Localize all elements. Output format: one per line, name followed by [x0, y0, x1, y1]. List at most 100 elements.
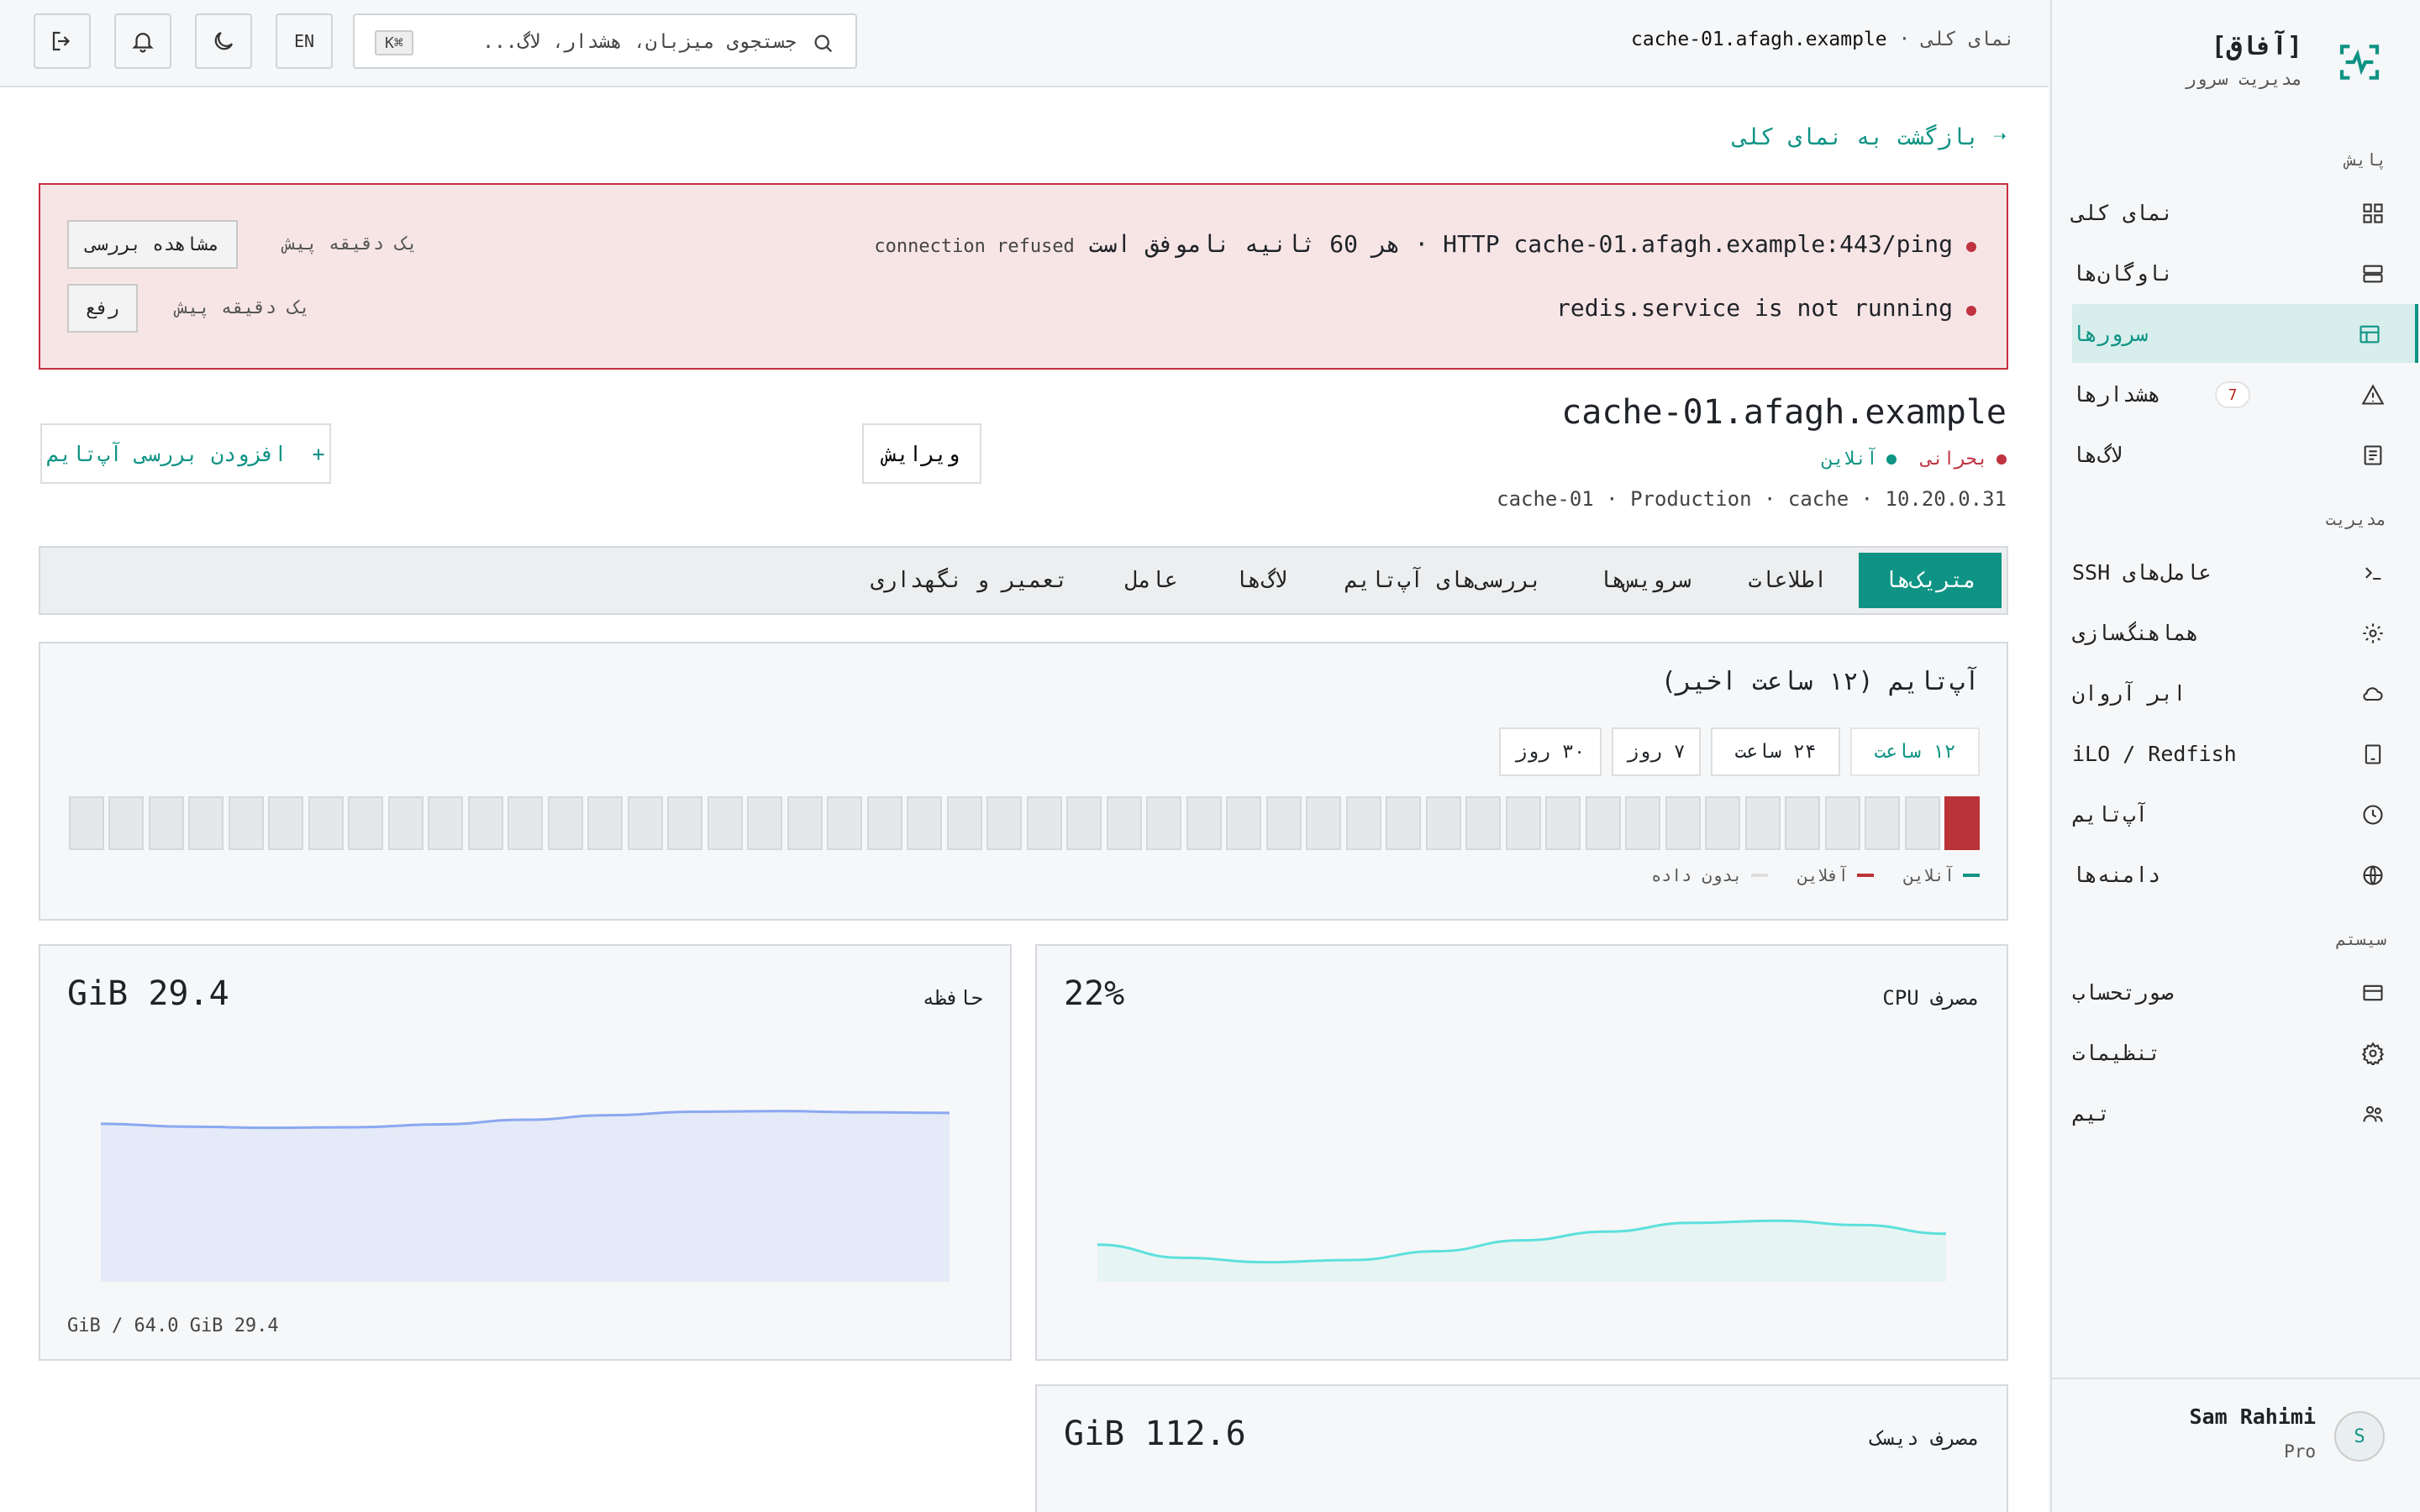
tab-uptime-checks[interactable]: بررسی‌های آپ‌تایم [1319, 553, 1567, 608]
search-box[interactable]: ⌘K [353, 13, 857, 69]
uptime-slot-no-data [1585, 796, 1621, 850]
uptime-slot-offline [1944, 796, 1980, 850]
uptime-slot-no-data [946, 796, 982, 850]
bell-icon [130, 29, 155, 54]
uptime-slot-no-data [1785, 796, 1820, 850]
sidebar-item-label: هماهنگ‌سازی [2072, 620, 2199, 645]
sidebar-item-settings[interactable]: تنظیمات [2072, 1023, 2418, 1082]
tab-metrics[interactable]: متریک‌ها [1859, 553, 2002, 608]
uptime-slot-no-data [547, 796, 583, 850]
search-shortcut: ⌘K [375, 30, 413, 55]
uptime-slot-no-data [1226, 796, 1261, 850]
terminal-icon [2361, 561, 2385, 585]
alert-dot-icon [1966, 242, 1976, 252]
logout-icon [50, 29, 75, 54]
legend-online: آنلاین [1904, 865, 1980, 885]
uptime-slot-no-data [1306, 796, 1341, 850]
sidebar-item-alerts[interactable]: هشدارها 7 [2072, 365, 2418, 423]
sidebar-item-label: آپ‌تایم [2072, 801, 2149, 827]
memory-title: حافظه [922, 986, 983, 1010]
device-icon [2361, 743, 2385, 766]
logout-button[interactable] [34, 13, 91, 69]
back-link[interactable]: ➝ بازگشت به نمای کلی [1733, 124, 2007, 150]
fix-button[interactable]: رفع [67, 284, 138, 333]
uptime-slot-no-data [707, 796, 743, 850]
sidebar-item-label: لاگ‌ها [2072, 442, 2123, 467]
section-system: سیستم [2335, 929, 2386, 949]
server-icon [2358, 323, 2381, 346]
uptime-slot-no-data [1865, 796, 1900, 850]
uptime-slot-no-data [348, 796, 383, 850]
user-profile[interactable]: S Sam Rahimi Pro [2050, 1378, 2420, 1512]
tab-services[interactable]: سرویس‌ها [1574, 553, 1717, 608]
tab-agent[interactable]: عامل [1100, 553, 1203, 608]
uptime-slot-no-data [587, 796, 623, 850]
search-input[interactable] [427, 25, 797, 59]
sidebar-item-arvan-cloud[interactable]: ابر آروان [2072, 664, 2418, 722]
alert-row: redis.service is not running یک دقیقه پی… [40, 284, 2007, 334]
edit-button[interactable]: ویرایش [862, 423, 981, 484]
notifications-button[interactable] [114, 13, 171, 69]
memory-card: حافظه 29.4 GiB 29.4 GiB / 64.0 GiB [39, 944, 1012, 1361]
tab-logs[interactable]: لاگ‌ها [1209, 553, 1313, 608]
tab-info[interactable]: اطلاعات [1723, 553, 1853, 608]
uptime-card: آپ‌تایم (۱۲ ساعت اخیر) ۱۲ ساعت ۲۴ ساعت ۷… [39, 642, 2008, 921]
search-icon [812, 32, 835, 55]
sidebar-item-label: صورتحساب [2072, 979, 2174, 1005]
sidebar-item-domains[interactable]: دامنه‌ها [2072, 845, 2418, 904]
view-check-button[interactable]: مشاهده بررسی [67, 220, 238, 269]
sidebar-item-label: ناوگان‌ها [2072, 260, 2174, 286]
uptime-slot-no-data [188, 796, 224, 850]
uptime-slot-no-data [467, 796, 503, 850]
brand[interactable]: [آفاق] مدیریت سرور [2081, 30, 2383, 97]
uptime-slot-no-data [428, 796, 463, 850]
uptime-slot-no-data [1386, 796, 1421, 850]
sidebar-item-sync[interactable]: هماهنگ‌سازی [2072, 603, 2418, 662]
tab-maintenance[interactable]: تعمیر و نگهداری [845, 553, 1093, 608]
sidebar-item-fleets[interactable]: ناوگان‌ها [2072, 244, 2418, 302]
range-12h[interactable]: ۱۲ ساعت [1850, 727, 1980, 776]
uptime-slot-no-data [1505, 796, 1541, 850]
plus-icon: + [312, 441, 325, 466]
cpu-value: 22% [1064, 974, 1125, 1013]
sidebar-item-logs[interactable]: لاگ‌ها [2072, 425, 2418, 484]
alert-message: redis.service is not running [1555, 294, 1953, 322]
uptime-slot-no-data [1186, 796, 1222, 850]
breadcrumb-separator: · [1898, 29, 1911, 50]
range-7d[interactable]: ۷ روز [1612, 727, 1701, 776]
sidebar-item-servers[interactable]: سرورها [2072, 304, 2418, 363]
sidebar-item-uptime[interactable]: آپ‌تایم [2072, 785, 2418, 843]
range-24h[interactable]: ۲۴ ساعت [1711, 727, 1840, 776]
uptime-slot-no-data [627, 796, 663, 850]
status-online: آنلاین [1822, 449, 1897, 470]
alert-row: HTTP cache-01.afagh.example:443/ping · ه… [40, 220, 2007, 270]
section-monitor: پایش [2345, 150, 2386, 170]
host-meta: cache-01 · Production · cache · 10.20.0.… [1497, 487, 2007, 511]
memory-value: 29.4 GiB [67, 974, 229, 1013]
disk-value: 112.6 GiB [1064, 1415, 1246, 1453]
sidebar-item-overview[interactable]: نمای کلی [2072, 183, 2418, 242]
main-content: ➝ بازگشت به نمای کلی HTTP cache-01.afagh… [0, 87, 2049, 1512]
language-button[interactable]: EN [276, 13, 333, 69]
theme-toggle-button[interactable] [195, 13, 252, 69]
uptime-slot-no-data [1425, 796, 1461, 850]
breadcrumb-root[interactable]: نمای کلی [1922, 29, 2015, 50]
arrow-icon: ➝ [1992, 124, 2007, 150]
sidebar-item-ilo-redfish[interactable]: iLO / Redfish [2072, 724, 2418, 783]
alert-time: یک دقیقه پیش [176, 297, 310, 318]
range-30d[interactable]: ۳۰ روز [1499, 727, 1602, 776]
sidebar-item-billing[interactable]: صورتحساب [2072, 963, 2418, 1021]
alert-message-text: HTTP cache-01.afagh.example:443/ping · ه… [1088, 230, 1953, 258]
status-critical: بحرانی [1922, 449, 2007, 470]
sidebar-item-team[interactable]: تیم [2072, 1084, 2418, 1142]
uptime-slot-no-data [1026, 796, 1062, 850]
uptime-slot-no-data [1345, 796, 1381, 850]
card-icon [2361, 981, 2385, 1005]
add-uptime-check-button[interactable]: + افزودن بررسی آپ‌تایم [40, 423, 331, 484]
tab-bar: متریک‌ها اطلاعات سرویس‌ها بررسی‌های آپ‌ت… [39, 546, 2008, 615]
sidebar-item-ssh-agents[interactable]: عامل‌های SSH [2072, 543, 2418, 601]
breadcrumb: نمای کلی · cache-01.afagh.example [1631, 29, 2015, 50]
uptime-slot-no-data [1106, 796, 1142, 850]
alerts-count-badge: 7 [2215, 381, 2250, 408]
server-stack-icon [2361, 262, 2385, 286]
